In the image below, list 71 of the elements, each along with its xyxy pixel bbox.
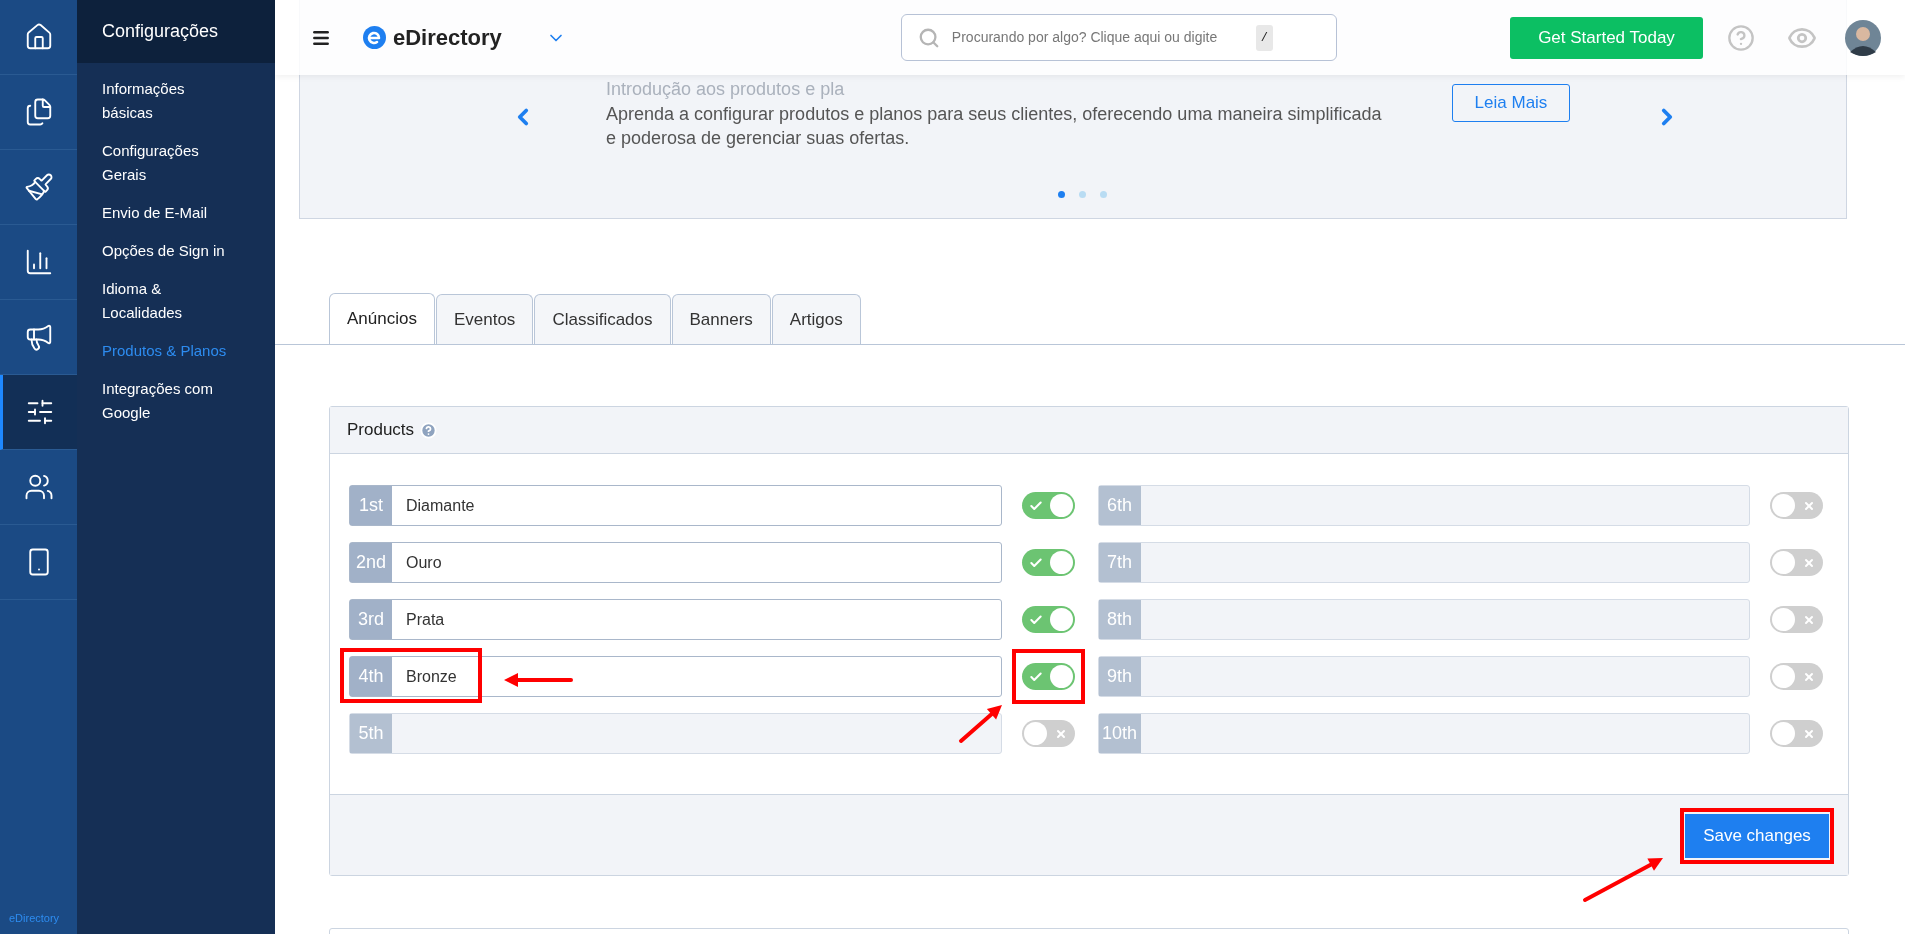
panel-title: Products <box>347 419 415 442</box>
rank-label: 2nd <box>350 543 392 582</box>
sidebar-item[interactable]: Envio de E-Mail <box>102 201 227 225</box>
help-icon[interactable] <box>1727 23 1755 52</box>
sidebar-item[interactable]: Integrações com Google <box>102 377 227 425</box>
toggle-switch[interactable] <box>1021 663 1075 690</box>
sidebar-item[interactable]: Idioma & Localidades <box>102 277 227 325</box>
brush-icon <box>23 172 54 202</box>
rank-label: 6th <box>1098 486 1141 525</box>
brand-name: eDirectory <box>393 24 502 52</box>
tab[interactable]: Anúncios <box>329 293 435 344</box>
sidebar-item[interactable]: Configurações Gerais <box>102 139 227 187</box>
banner-text: Aprenda a configurar produtos e planos para seus clientes, oferecendo uma maneira simplificada e poderosa de gerenciar suas ofertas. <box>606 103 1383 150</box>
tab[interactable]: Eventos <box>435 294 534 344</box>
logo-icon <box>363 26 386 49</box>
rank-label: 10th <box>1098 714 1141 753</box>
close-icon <box>1803 556 1815 569</box>
product-name: Bronze <box>405 666 457 687</box>
tab[interactable]: Classificados <box>534 294 671 344</box>
close-icon <box>1803 613 1815 626</box>
sidebar-item[interactable]: Produtos & Planos <box>102 339 227 363</box>
rank-label: 9th <box>1098 657 1141 696</box>
toggle-switch[interactable] <box>1021 720 1075 747</box>
toggle-switch[interactable] <box>1770 663 1823 690</box>
save-changes-button[interactable]: Save changes <box>1685 814 1829 858</box>
product-field[interactable]: 3rd Prata <box>349 599 1002 640</box>
rail-item[interactable] <box>0 375 77 450</box>
check-icon <box>1028 669 1043 684</box>
product-name: Prata <box>405 609 445 630</box>
check-icon <box>1028 555 1043 570</box>
tab[interactable]: Artigos <box>771 294 861 344</box>
sidebar-item[interactable]: Informações básicas <box>102 77 227 125</box>
toggle-switch[interactable] <box>1770 720 1823 747</box>
sidebar-title: Configurações <box>102 20 219 43</box>
users-icon <box>23 472 54 502</box>
brand-label: eDirectory <box>9 910 61 926</box>
sidebar-item[interactable]: Opções de Sign in <box>102 239 227 263</box>
rank-label: 4th <box>350 657 392 696</box>
tab[interactable]: Banners <box>671 294 771 344</box>
product-name: Ouro <box>405 552 442 573</box>
sliders-icon <box>25 397 55 427</box>
close-icon <box>1803 727 1815 740</box>
rank-label: 7th <box>1098 543 1141 582</box>
rank-label: 8th <box>1098 600 1141 639</box>
rank-label: 1st <box>350 486 392 525</box>
toggle-switch[interactable] <box>1021 492 1075 519</box>
close-icon <box>1054 727 1067 740</box>
annotation-arrow <box>504 673 573 687</box>
rank-label: 3rd <box>350 600 392 639</box>
check-icon <box>1028 612 1043 627</box>
avatar[interactable] <box>1845 19 1881 56</box>
annotation-arrow <box>958 705 1002 743</box>
banner-title: Introdução aos produtos e pla <box>606 78 846 100</box>
product-field[interactable]: 1st Diamante <box>349 485 1002 526</box>
shortcut-key: / <box>1255 24 1274 51</box>
read-more-button[interactable]: Leia Mais <box>1452 84 1570 122</box>
check-icon <box>1028 498 1043 513</box>
product-field[interactable]: 4th Bronze <box>349 656 1002 697</box>
toggle-switch[interactable] <box>1770 606 1823 633</box>
product-field[interactable]: 2nd Ouro <box>349 542 1002 583</box>
search-field[interactable]: Procurando por algo? Clique aqui ou digite <box>951 27 1252 48</box>
rank-label: 5th <box>350 714 392 753</box>
toggle-switch[interactable] <box>1770 549 1823 576</box>
search-icon <box>917 26 940 49</box>
toggle-switch[interactable] <box>1021 549 1075 576</box>
toggle-switch[interactable] <box>1770 492 1823 519</box>
product-name: Diamante <box>405 495 475 516</box>
toggle-switch[interactable] <box>1021 606 1075 633</box>
search-bar[interactable]: Procurando por algo? Clique aqui ou digite / <box>900 14 1337 61</box>
close-icon <box>1803 670 1815 683</box>
close-icon <box>1803 499 1815 512</box>
